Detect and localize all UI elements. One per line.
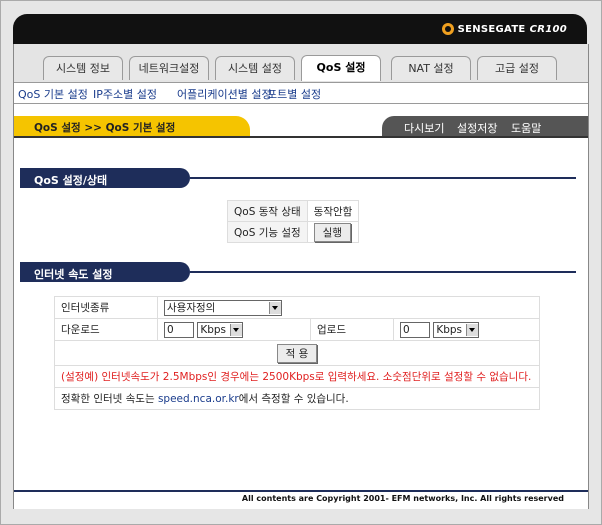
save-settings-link[interactable]: 설정저장 [457, 120, 497, 136]
table-row: 다운로드 0 Kbps 업로드 0 Kbps [54, 318, 540, 341]
apply-cell: 적 용 [54, 340, 540, 366]
speed-section-title: 인터넷 속도 설정 [34, 268, 113, 281]
upload-input[interactable]: 0 [400, 321, 430, 338]
header-divider [14, 136, 588, 138]
subnav-qos-basic[interactable]: QoS 기본 설정 [18, 86, 88, 102]
download-cell: 0 Kbps [157, 318, 311, 341]
internet-type-value: 사용자정의 [167, 302, 216, 314]
apply-button[interactable]: 적 용 [276, 343, 318, 363]
internet-type-label: 인터넷종류 [54, 296, 158, 319]
action-bar: 다시보기 설정저장 도움말 [382, 116, 588, 136]
chevron-down-icon [269, 301, 281, 314]
upload-label: 업로드 [310, 318, 394, 341]
upload-cell: 0 Kbps [393, 318, 540, 341]
help-link[interactable]: 도움말 [511, 120, 541, 136]
qos-function-label: QoS 기능 설정 [227, 221, 308, 243]
run-button[interactable]: 실행 [313, 222, 351, 242]
speed-info: 정확한 인터넷 속도는 speed.nca.or.kr에서 측정할 수 있습니다… [54, 387, 540, 410]
subnav-port[interactable]: 포트별 설정 [267, 86, 321, 102]
bottom-band [13, 509, 587, 515]
qos-status-label: QoS 동작 상태 [227, 200, 308, 222]
tab-system-settings[interactable]: 시스템 설정 [215, 56, 295, 80]
download-unit-value: Kbps [200, 323, 227, 336]
tab-system-info[interactable]: 시스템 정보 [43, 56, 123, 80]
qos-section-line [190, 177, 576, 179]
qos-section-header: QoS 설정/상태 [20, 168, 190, 188]
speed-info-suffix: 에서 측정할 수 있습니다. [238, 393, 349, 405]
chevron-down-icon [230, 323, 243, 336]
qos-status-value: 동작안함 [306, 200, 360, 222]
table-row: 적 용 [54, 340, 540, 366]
subnav-ip[interactable]: IP주소별 설정 [93, 86, 157, 102]
download-label: 다운로드 [54, 318, 158, 341]
upload-unit-value: Kbps [436, 323, 463, 336]
main-panel: 시스템 정보 네트워크설정 시스템 설정 QoS 설정 NAT 설정 고급 설정… [13, 44, 589, 509]
brand-model: CR100 [529, 23, 567, 35]
reload-link[interactable]: 다시보기 [404, 120, 444, 136]
brand-name: SENSEGATE [457, 23, 526, 35]
table-row: (설정예) 인터넷속도가 2.5Mbps인 경우에는 2500Kbps로 입력하… [54, 365, 540, 388]
tab-network[interactable]: 네트워크설정 [129, 56, 209, 80]
speed-test-link[interactable]: speed.nca.or.kr [158, 393, 239, 405]
qos-status-table: QoS 동작 상태 동작안함 QoS 기능 설정 실행 [227, 200, 360, 243]
qos-function-cell: 실행 [306, 221, 360, 243]
upload-unit-select[interactable]: Kbps [433, 321, 480, 338]
breadcrumb-bar: QoS 설정 >> QoS 기본 설정 [14, 116, 250, 136]
sub-navigation: QoS 기본 설정 IP주소별 설정 어플리케이션별 설정 포트별 설정 [14, 82, 588, 104]
speed-settings-table: 인터넷종류 사용자정의 다운로드 0 Kbps 업로드 0 Kbps 적 용 (… [54, 296, 540, 410]
brand-logo: SENSEGATE CR100 [441, 23, 567, 35]
top-header: SENSEGATE CR100 [13, 14, 587, 44]
speed-section-line [190, 271, 576, 273]
brand-logo-icon [441, 23, 454, 35]
download-unit-select[interactable]: Kbps [197, 321, 244, 338]
table-row: 정확한 인터넷 속도는 speed.nca.or.kr에서 측정할 수 있습니다… [54, 387, 540, 410]
internet-type-select[interactable]: 사용자정의 [164, 299, 282, 316]
speed-info-prefix: 정확한 인터넷 속도는 [61, 393, 158, 405]
qos-section-title: QoS 설정/상태 [34, 174, 108, 187]
table-row: QoS 동작 상태 동작안함 [227, 200, 360, 222]
subnav-application[interactable]: 어플리케이션별 설정 [177, 86, 272, 102]
table-row: QoS 기능 설정 실행 [227, 221, 360, 243]
copyright-footer: All contents are Copyright 2001- EFM net… [241, 494, 564, 503]
breadcrumb: QoS 설정 >> QoS 기본 설정 [34, 122, 176, 134]
speed-section-header: 인터넷 속도 설정 [20, 262, 190, 282]
internet-type-cell: 사용자정의 [157, 296, 540, 319]
table-row: 인터넷종류 사용자정의 [54, 296, 540, 319]
footer-divider [14, 490, 588, 492]
download-input[interactable]: 0 [164, 321, 194, 338]
tab-qos[interactable]: QoS 설정 [301, 55, 381, 81]
tab-nat[interactable]: NAT 설정 [391, 56, 471, 80]
tab-advanced[interactable]: 고급 설정 [477, 56, 557, 80]
chevron-down-icon [466, 323, 479, 336]
example-note: (설정예) 인터넷속도가 2.5Mbps인 경우에는 2500Kbps로 입력하… [54, 365, 540, 388]
